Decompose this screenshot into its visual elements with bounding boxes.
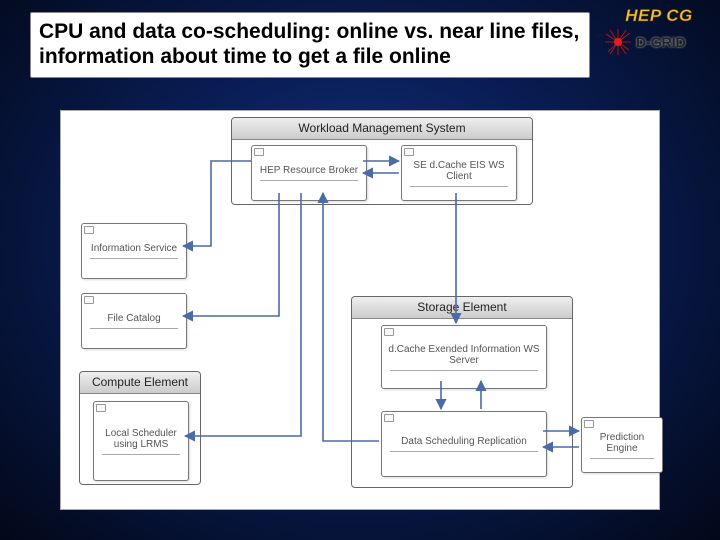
compute-header: Compute Element <box>80 372 200 394</box>
node-label: Local Scheduler using LRMS <box>96 428 186 450</box>
title-container: CPU and data co-scheduling: online vs. n… <box>30 12 590 78</box>
se-dcache-client-node: SE d.Cache EIS WS Client <box>401 145 517 201</box>
dgrid-logo: D-GRID <box>604 28 714 56</box>
burst-icon <box>604 28 632 56</box>
node-label: SE d.Cache EIS WS Client <box>404 160 514 182</box>
data-scheduling-node: Data Scheduling Replication <box>381 411 547 477</box>
local-scheduler-node: Local Scheduler using LRMS <box>93 401 189 481</box>
information-service-node: Information Service <box>81 223 187 279</box>
node-label: d.Cache Exended Information WS Server <box>384 344 544 366</box>
node-label: HEP Resource Broker <box>254 165 364 176</box>
storage-header: Storage Element <box>352 297 572 319</box>
dcache-ws-server-node: d.Cache Exended Information WS Server <box>381 325 547 389</box>
hep-resource-broker-node: HEP Resource Broker <box>251 145 367 201</box>
hepcg-logo-text: HEP CG <box>604 6 714 26</box>
dgrid-logo-text: D-GRID <box>636 34 686 50</box>
wms-header: Workload Management System <box>232 118 532 140</box>
slide-title: CPU and data co-scheduling: online vs. n… <box>39 19 581 69</box>
prediction-engine-node: Prediction Engine <box>581 417 663 473</box>
node-label: Data Scheduling Replication <box>384 436 544 447</box>
architecture-diagram: Workload Management System Storage Eleme… <box>60 110 660 510</box>
logo-area: HEP CG D-GRID <box>604 6 714 56</box>
node-label: Information Service <box>84 243 184 254</box>
node-label: Prediction Engine <box>584 432 660 454</box>
file-catalog-node: File Catalog <box>81 293 187 349</box>
node-label: File Catalog <box>84 313 184 324</box>
